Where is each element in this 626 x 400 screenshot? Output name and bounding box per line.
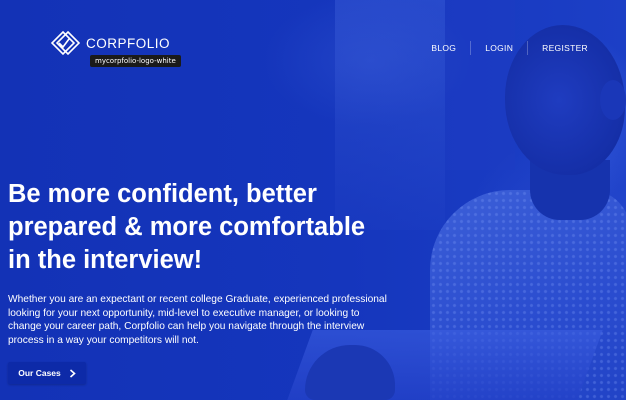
headline-line: in the interview! [8, 246, 203, 274]
hero-description: Whether you are an expectant or recent c… [8, 293, 418, 347]
main-nav: BLOG LOGIN REGISTER [417, 41, 588, 55]
chevron-right-icon [69, 368, 76, 378]
description-line: looking for your next opportunity, mid-l… [8, 307, 360, 319]
nav-blog-link[interactable]: BLOG [417, 42, 470, 54]
logo-text: CORPFOLIO [86, 35, 171, 51]
corpfolio-logo-icon [50, 30, 80, 56]
hero-headline: Be more confident, better prepared & mor… [8, 178, 428, 277]
description-line: Whether you are an expectant or recent c… [8, 294, 387, 305]
description-line: process in a way your competitors will n… [8, 334, 199, 346]
nav-register-link[interactable]: REGISTER [528, 42, 588, 54]
description-line: change your career path, Corpfolio can h… [8, 321, 365, 333]
site-logo[interactable]: CORPFOLIO [50, 30, 170, 56]
background-wall [445, 0, 515, 170]
our-cases-label: Our Cases [18, 368, 61, 378]
logo-tooltip: mycorpfolio-logo-white [90, 55, 181, 67]
our-cases-button[interactable]: Our Cases [8, 362, 86, 384]
headline-line: prepared & more comfortable [8, 213, 366, 241]
headline-line: Be more confident, better [8, 180, 317, 208]
background-person-ear [600, 80, 626, 120]
nav-login-link[interactable]: LOGIN [471, 42, 527, 54]
